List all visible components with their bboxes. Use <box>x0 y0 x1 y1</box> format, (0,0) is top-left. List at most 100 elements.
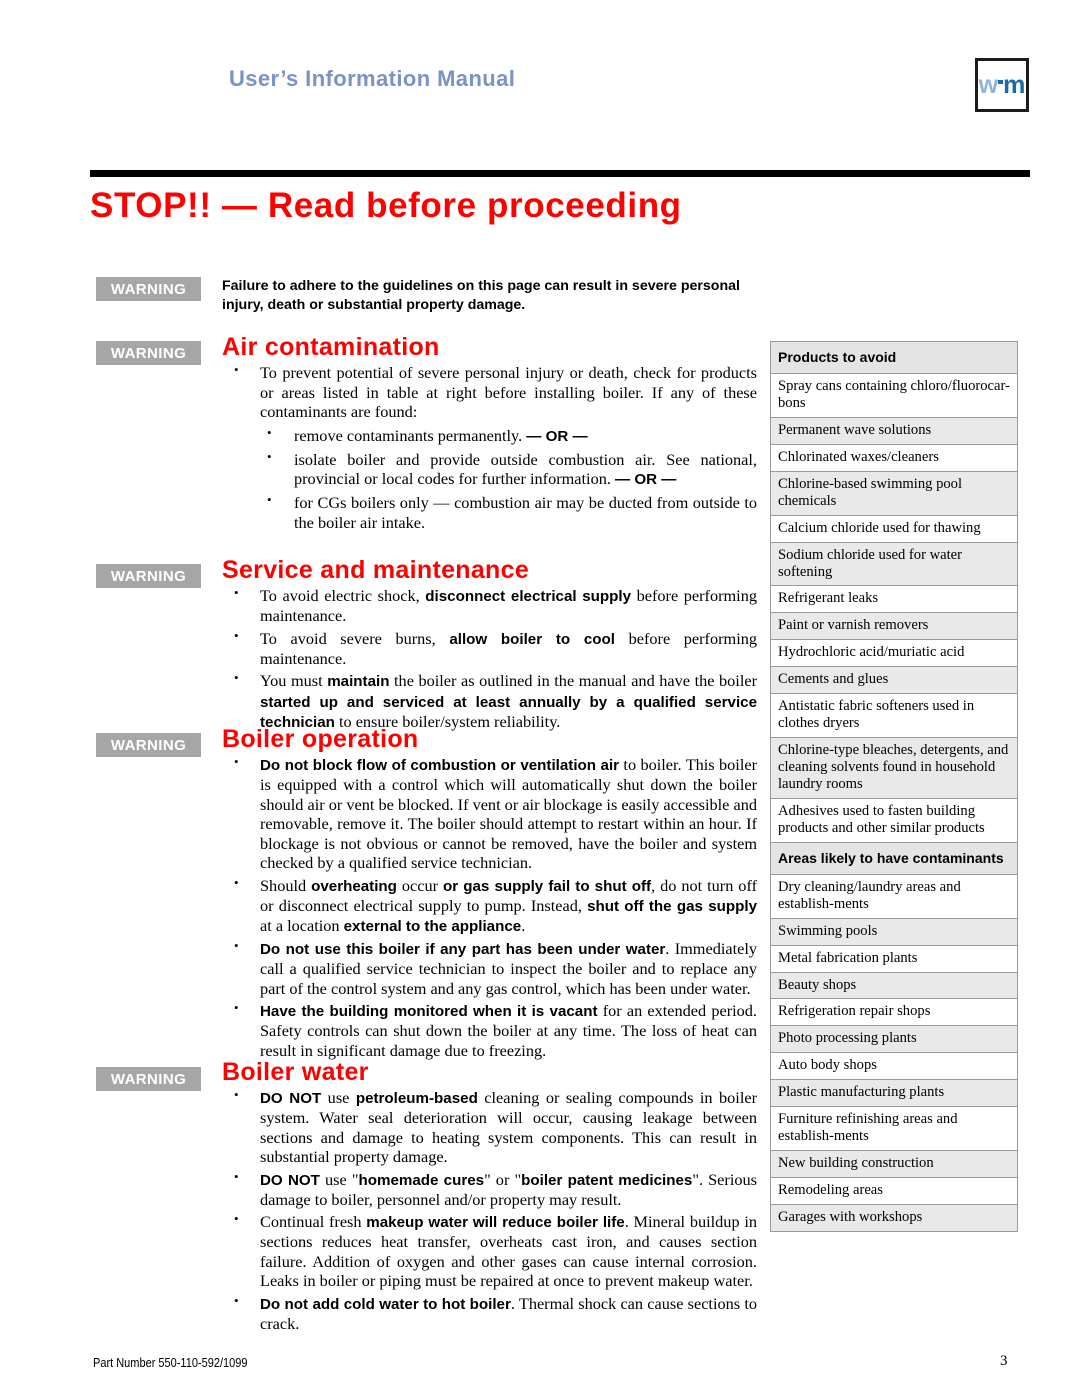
body-text: for CGs boilers only — combustion air ma… <box>294 493 757 532</box>
table-row: Calcium chloride used for thawing <box>771 515 1017 543</box>
body-text: To avoid electric shock, <box>260 586 426 606</box>
bullet-item: Should overheating occur or gas supply f… <box>222 875 758 936</box>
body-text: at a location <box>260 915 344 935</box>
warning-badge-intro: WARNING <box>96 277 201 301</box>
body-text: . <box>521 915 526 935</box>
table-row: Remodeling areas <box>771 1177 1017 1205</box>
emphasis-text: maintain <box>327 673 390 691</box>
table-row: Adhesives used to fasten building produc… <box>771 798 1017 843</box>
warning-badge-label: WARNING <box>110 1070 187 1088</box>
body-text: use " <box>319 1169 359 1189</box>
warning-badge-label: WARNING <box>110 344 187 362</box>
sub-bullet-item: for CGs boilers only — combustion air ma… <box>222 492 757 532</box>
table-row: Paint or varnish removers <box>771 613 1017 641</box>
warning-badge-service-and-maintenance: WARNING <box>96 564 201 588</box>
table-row: Plastic manufacturing plants <box>771 1080 1017 1108</box>
body-text: To avoid severe burns, <box>260 628 450 648</box>
page-title: STOP!! — Read before proceeding <box>90 186 682 225</box>
logo-m-letter: m <box>1003 70 1026 99</box>
bullet-list: To prevent potential of severe personal … <box>222 362 757 533</box>
footer-page-number: 3 <box>1000 1353 1008 1369</box>
page-header: User’s Information Manual wm <box>0 0 1080 160</box>
logo-w-letter: w <box>978 70 999 99</box>
warning-badge-air-contamination: WARNING <box>96 341 201 365</box>
bullet-list: DO NOT use petroleum-based cleaning or s… <box>222 1087 757 1334</box>
body-text: use <box>321 1088 356 1108</box>
table-row: Swimming pools <box>771 918 1017 946</box>
emphasis-text: — OR — <box>526 427 588 445</box>
table-row: Auto body shops <box>771 1053 1017 1081</box>
section-service-and-maintenance: Service and maintenanceTo avoid electric… <box>222 557 757 732</box>
emphasis-text: boiler patent medicines <box>521 1171 693 1189</box>
table-row: Cements and glues <box>771 667 1017 695</box>
table-row: Permanent wave solutions <box>771 418 1017 445</box>
emphasis-text: DO NOT <box>260 1171 320 1189</box>
table-row: Garages with workshops <box>771 1204 1017 1232</box>
table-row: Metal fabrication plants <box>771 945 1017 973</box>
warning-badge-label: WARNING <box>110 280 187 298</box>
bullet-item: Do not block flow of combustion or venti… <box>222 754 757 872</box>
table-row: Furniture refinishing areas and establis… <box>771 1107 1017 1151</box>
section-heading-air-contamination: Air contamination <box>222 333 440 361</box>
weil-mclain-logo: wm <box>975 58 1029 112</box>
emphasis-text: Do not use this boiler if any part has b… <box>260 941 666 959</box>
table-row: Hydrochloric acid/muriatic acid <box>771 640 1017 668</box>
table-row: Beauty shops <box>771 972 1017 1000</box>
section-boiler-water: Boiler waterDO NOT use petroleum-based c… <box>222 1059 757 1333</box>
section-air-contamination: Air contaminationTo prevent potential of… <box>222 334 757 532</box>
emphasis-text: — OR — <box>615 471 677 489</box>
warning-badge-label: WARNING <box>110 736 187 754</box>
bullet-list: Do not block flow of combustion or venti… <box>222 754 758 1060</box>
table-row: Chlorine-based swimming pool chemicals <box>771 471 1017 516</box>
section-heading-boiler-operation: Boiler operation <box>222 725 419 753</box>
table-row: Photo processing plants <box>771 1026 1017 1054</box>
emphasis-text: allow boiler to cool <box>449 630 615 648</box>
manual-title: User’s Information Manual <box>229 66 516 91</box>
body-text: " or " <box>484 1169 522 1189</box>
title-divider <box>90 170 1030 177</box>
body-text: You must <box>260 671 328 691</box>
table-row: New building construction <box>771 1150 1017 1178</box>
bullet-item: DO NOT use petroleum-based cleaning or s… <box>222 1087 757 1167</box>
body-text: Should <box>260 875 312 895</box>
bullet-item: You must maintain the boiler as outlined… <box>222 670 757 731</box>
table-row: Chlorine-type bleaches, detergents, and … <box>771 738 1017 799</box>
table-row: Antistatic fabric softeners used in clot… <box>771 694 1017 739</box>
emphasis-text: Have the building monitored when it is v… <box>260 1003 598 1021</box>
body-text: remove contaminants permanently. <box>294 425 523 445</box>
bullet-item: Do not add cold water to hot boiler. The… <box>222 1293 757 1334</box>
emphasis-text: external to the appliance <box>343 917 522 935</box>
table-row: Sodium chloride used for water softening <box>771 542 1017 587</box>
table-row: Refrigerant leaks <box>771 586 1017 614</box>
emphasis-text: overheating <box>311 877 397 895</box>
table-row: Chlorinated waxes/cleaners <box>771 444 1017 472</box>
emphasis-text: makeup water will reduce boiler life <box>366 1214 625 1232</box>
emphasis-text: petroleum-based <box>355 1090 478 1108</box>
bullet-item: DO NOT use "homemade cures" or "boiler p… <box>222 1169 757 1210</box>
table-section-header: Areas likely to have contaminants <box>771 842 1017 875</box>
section-heading-boiler-water: Boiler water <box>222 1058 369 1086</box>
section-boiler-operation: Boiler operation Do not block flow of com… <box>222 726 757 1060</box>
emphasis-text: shut off the gas supply <box>587 897 758 915</box>
bullet-item: Have the building monitored when it is v… <box>222 1000 757 1060</box>
sub-bullet-list: remove contaminants permanently. — OR —i… <box>222 425 757 533</box>
bullet-list: To avoid electric shock, disconnect elec… <box>222 585 757 731</box>
footer-part-number: Part Number 550-110-592/1099 <box>93 1356 248 1370</box>
body-text: occur <box>396 875 444 895</box>
bullet-item: Continual fresh makeup water will reduce… <box>222 1211 757 1291</box>
emphasis-text: DO NOT <box>260 1090 322 1108</box>
contaminants-table: Products to avoid Spray cans containing c… <box>770 341 1018 1232</box>
bullet-item: To prevent potential of severe personal … <box>222 362 757 421</box>
table-section-header: Products to avoid <box>771 342 1017 375</box>
section-heading-service-and-maintenance: Service and maintenance <box>222 556 530 584</box>
body-text: the boiler as outlined in the manual and… <box>389 671 757 691</box>
bullet-item: To avoid electric shock, disconnect elec… <box>222 585 757 626</box>
body-text: Continual fresh <box>260 1212 367 1232</box>
emphasis-text: or gas supply fail to shut off <box>443 877 652 895</box>
emphasis-text: Do not add cold water to hot boiler <box>260 1295 511 1313</box>
sub-bullet-item: isolate boiler and provide outside combu… <box>222 449 757 490</box>
emphasis-text: homemade cures <box>358 1171 485 1189</box>
table-row: Spray cans containing chloro/fluorocar-b… <box>771 374 1017 419</box>
body-text: isolate boiler and provide outside combu… <box>294 449 757 489</box>
bullet-item: To avoid severe burns, allow boiler to c… <box>222 628 757 669</box>
